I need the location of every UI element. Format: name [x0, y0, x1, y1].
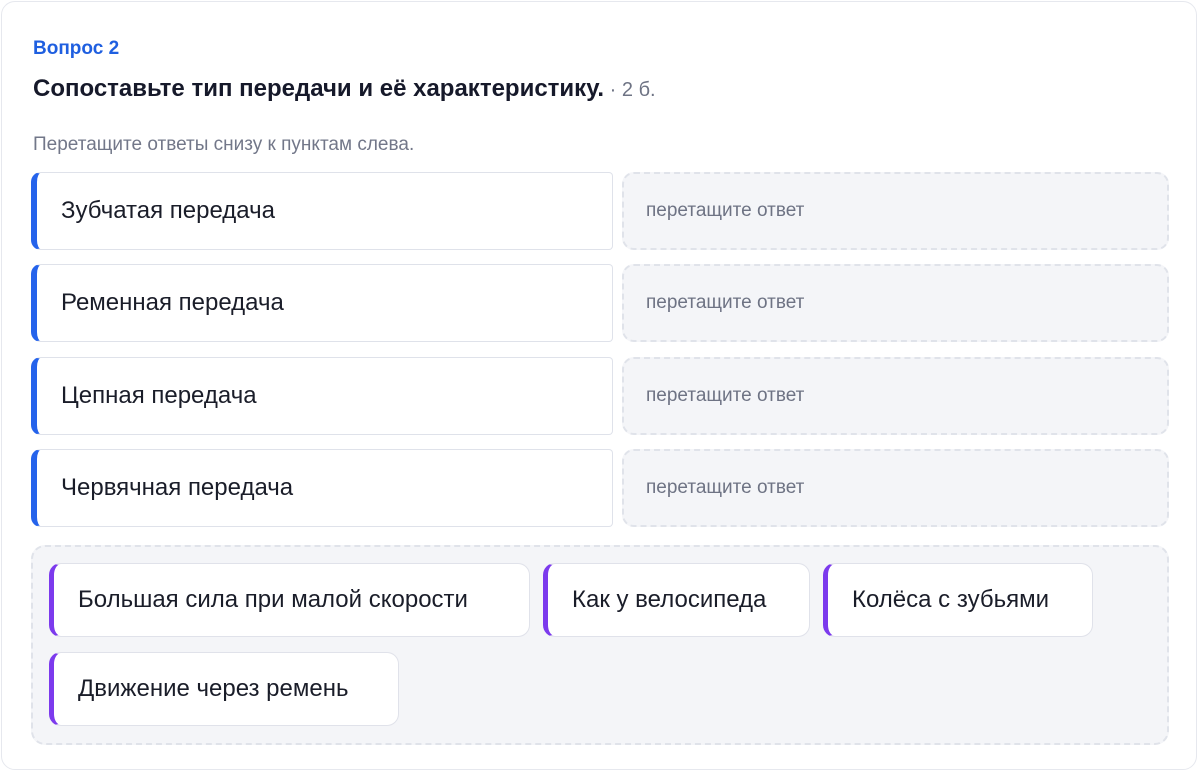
answer-chip[interactable]: Как у велосипеда [543, 563, 810, 637]
drop-zone[interactable]: перетащите ответ [622, 264, 1169, 342]
match-row: Червячная передача перетащите ответ [31, 449, 1169, 527]
answer-chip[interactable]: Колёса с зубьями [823, 563, 1093, 637]
answer-chip[interactable]: Движение через ремень [49, 652, 399, 726]
question-points: · 2 б. [604, 79, 656, 101]
question-title: Сопоставьте тип передачи и её характерис… [33, 75, 656, 103]
answer-chip[interactable]: Большая сила при малой скорости [49, 563, 530, 637]
question-number: Вопрос 2 [33, 38, 120, 59]
question-hint: Перетащите ответы снизу к пунктам слева. [33, 134, 415, 155]
match-term: Червячная передача [31, 449, 613, 527]
match-row: Зубчатая передача перетащите ответ [31, 172, 1169, 250]
match-row: Ременная передача перетащите ответ [31, 264, 1169, 342]
match-term: Ременная передача [31, 264, 613, 342]
question-title-text: Сопоставьте тип передачи и её характерис… [33, 75, 605, 102]
drop-zone[interactable]: перетащите ответ [622, 172, 1169, 250]
match-term: Зубчатая передача [31, 172, 613, 250]
drop-zone[interactable]: перетащите ответ [622, 357, 1169, 435]
match-row: Цепная передача перетащите ответ [31, 357, 1169, 435]
match-term: Цепная передача [31, 357, 613, 435]
drop-zone[interactable]: перетащите ответ [622, 449, 1169, 527]
